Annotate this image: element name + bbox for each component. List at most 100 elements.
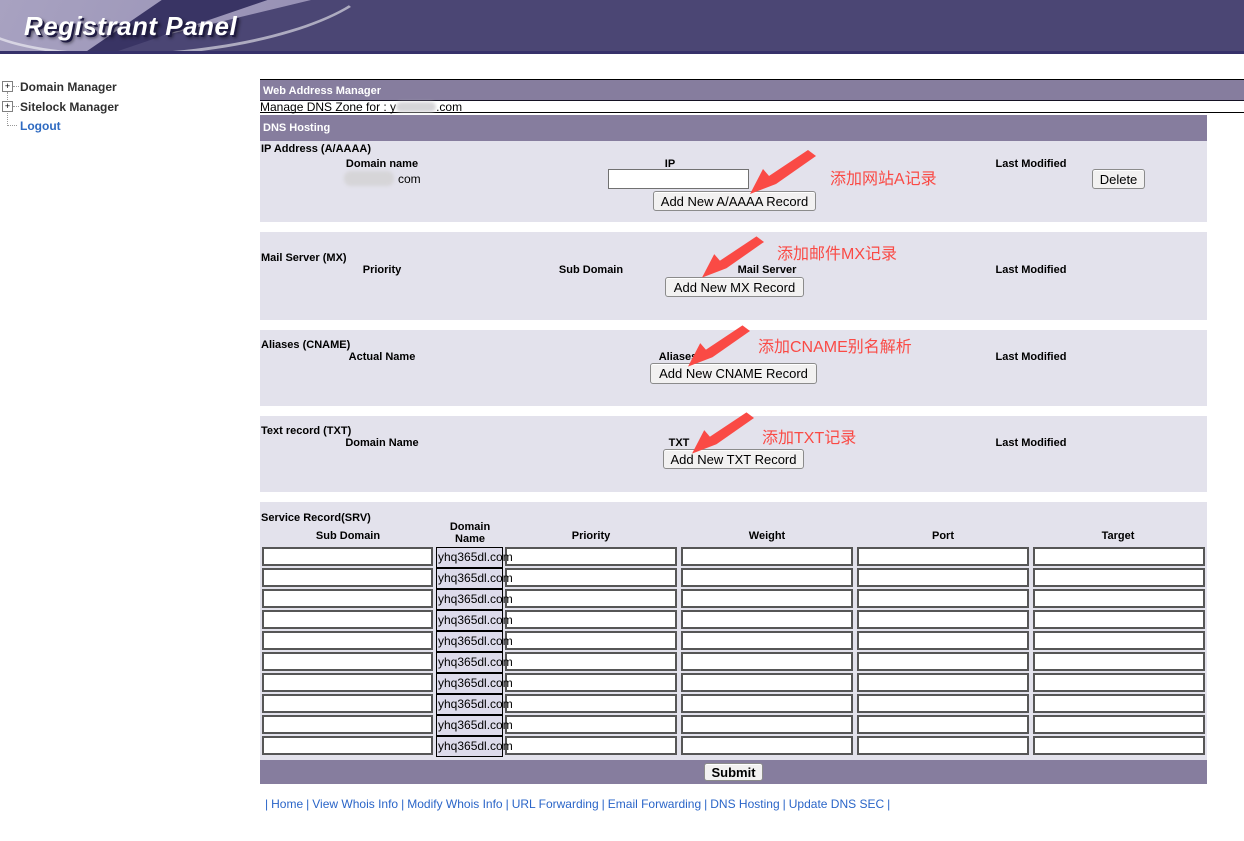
sidebar-item-logout[interactable]: Logout [20, 119, 61, 133]
srv-port-input[interactable] [857, 589, 1029, 608]
srv-priority-input[interactable] [505, 694, 677, 713]
srv-sub-domain-input[interactable] [262, 547, 433, 566]
footer-separator: | [884, 797, 893, 811]
srv-table-row: yhq365dl.com [260, 673, 1207, 694]
srv-priority-input[interactable] [505, 715, 677, 734]
expand-icon[interactable]: + [2, 101, 13, 112]
footer-link[interactable]: View Whois Info [312, 797, 398, 811]
srv-target-input[interactable] [1033, 589, 1205, 608]
srv-port-input[interactable] [857, 610, 1029, 629]
srv-port-input[interactable] [857, 631, 1029, 650]
footer-separator: | [701, 797, 710, 811]
srv-table-row: yhq365dl.com [260, 736, 1207, 757]
app-title: Registrant Panel [24, 11, 237, 42]
srv-priority-input[interactable] [505, 673, 677, 692]
srv-target-input[interactable] [1033, 652, 1205, 671]
srv-weight-input[interactable] [681, 589, 853, 608]
srv-weight-input[interactable] [681, 715, 853, 734]
expand-icon[interactable]: + [2, 81, 13, 92]
srv-priority-input[interactable] [505, 547, 677, 566]
tree-line [13, 106, 19, 107]
sidebar-item-sitelock-manager[interactable]: Sitelock Manager [20, 100, 119, 114]
srv-priority-input[interactable] [505, 610, 677, 629]
srv-domain-name-cell: yhq365dl.com [436, 694, 503, 715]
srv-sub-domain-input[interactable] [262, 673, 433, 692]
footer-link[interactable]: DNS Hosting [710, 797, 779, 811]
cname-section: Aliases (CNAME) Actual Name Aliases Last… [260, 330, 1207, 406]
footer-link[interactable]: Email Forwarding [608, 797, 701, 811]
srv-target-input[interactable] [1033, 736, 1205, 755]
cname-title: Aliases (CNAME) [261, 339, 350, 351]
srv-weight-input[interactable] [681, 547, 853, 566]
footer-link[interactable]: Update DNS SEC [789, 797, 884, 811]
srv-weight-input[interactable] [681, 652, 853, 671]
srv-sub-domain-input[interactable] [262, 631, 433, 650]
srv-priority-input[interactable] [505, 631, 677, 650]
srv-table-row: yhq365dl.com [260, 547, 1207, 568]
srv-sub-domain-input[interactable] [262, 568, 433, 587]
web-address-manager-bar: Web Address Manager [260, 79, 1244, 101]
cname-annotation: 添加CNAME别名解析 [758, 333, 912, 357]
domain-name-header: Domain name [346, 158, 418, 170]
srv-port-input[interactable] [857, 694, 1029, 713]
srv-priority-input[interactable] [505, 568, 677, 587]
srv-weight-input[interactable] [681, 568, 853, 587]
srv-port-input[interactable] [857, 568, 1029, 587]
txt-annotation: 添加TXT记录 [762, 424, 856, 448]
srv-sub-domain-input[interactable] [262, 610, 433, 629]
srv-table-row: yhq365dl.com [260, 652, 1207, 673]
srv-domain-name-cell: yhq365dl.com [436, 736, 503, 757]
srv-weight-input[interactable] [681, 610, 853, 629]
manage-zone-row: Manage DNS Zone for : y.com [260, 102, 1244, 113]
srv-target-input[interactable] [1033, 610, 1205, 629]
srv-port-input[interactable] [857, 547, 1029, 566]
tree-line [13, 86, 19, 87]
srv-weight-input[interactable] [681, 694, 853, 713]
srv-title: Service Record(SRV) [261, 512, 371, 524]
srv-weight-input[interactable] [681, 673, 853, 692]
srv-priority-input[interactable] [505, 736, 677, 755]
srv-domain-name-cell: yhq365dl.com [436, 715, 503, 736]
submit-button[interactable]: Submit [704, 763, 763, 781]
footer-link[interactable]: Home [271, 797, 303, 811]
srv-sub-domain-input[interactable] [262, 715, 433, 734]
ip-input[interactable] [608, 169, 749, 189]
srv-sub-domain-input[interactable] [262, 736, 433, 755]
srv-target-input[interactable] [1033, 568, 1205, 587]
srv-sub-domain-input[interactable] [262, 589, 433, 608]
srv-target-input[interactable] [1033, 547, 1205, 566]
srv-domain-name-cell: yhq365dl.com [436, 631, 503, 652]
priority-header: Priority [363, 264, 402, 276]
srv-port-input[interactable] [857, 652, 1029, 671]
domain-name-header: Domain Name [345, 437, 418, 449]
srv-priority-input[interactable] [505, 652, 677, 671]
a-record-title: IP Address (A/AAAA) [261, 143, 371, 155]
srv-target-input[interactable] [1033, 673, 1205, 692]
srv-target-input[interactable] [1033, 694, 1205, 713]
red-arrow-icon [702, 236, 764, 278]
srv-target-input[interactable] [1033, 631, 1205, 650]
footer-separator: | [398, 797, 407, 811]
redacted-domain-blur [396, 102, 436, 112]
srv-sub-domain-input[interactable] [262, 652, 433, 671]
last-modified-header: Last Modified [996, 437, 1067, 449]
sidebar-item-domain-manager[interactable]: Domain Manager [20, 80, 117, 94]
srv-domain-name-cell: yhq365dl.com [436, 547, 503, 568]
srv-weight-input[interactable] [681, 736, 853, 755]
red-arrow-icon [692, 412, 754, 454]
footer-link[interactable]: URL Forwarding [512, 797, 599, 811]
srv-weight-header: Weight [749, 530, 785, 542]
srv-target-input[interactable] [1033, 715, 1205, 734]
footer-separator: | [262, 797, 271, 811]
srv-domain-name-cell: yhq365dl.com [436, 610, 503, 631]
srv-port-input[interactable] [857, 736, 1029, 755]
srv-sub-domain-input[interactable] [262, 694, 433, 713]
add-a-record-button[interactable]: Add New A/AAAA Record [653, 191, 816, 211]
footer-link[interactable]: Modify Whois Info [407, 797, 502, 811]
srv-priority-input[interactable] [505, 589, 677, 608]
delete-button[interactable]: Delete [1092, 169, 1145, 189]
add-mx-record-button[interactable]: Add New MX Record [665, 277, 804, 297]
srv-port-input[interactable] [857, 715, 1029, 734]
srv-port-input[interactable] [857, 673, 1029, 692]
srv-weight-input[interactable] [681, 631, 853, 650]
